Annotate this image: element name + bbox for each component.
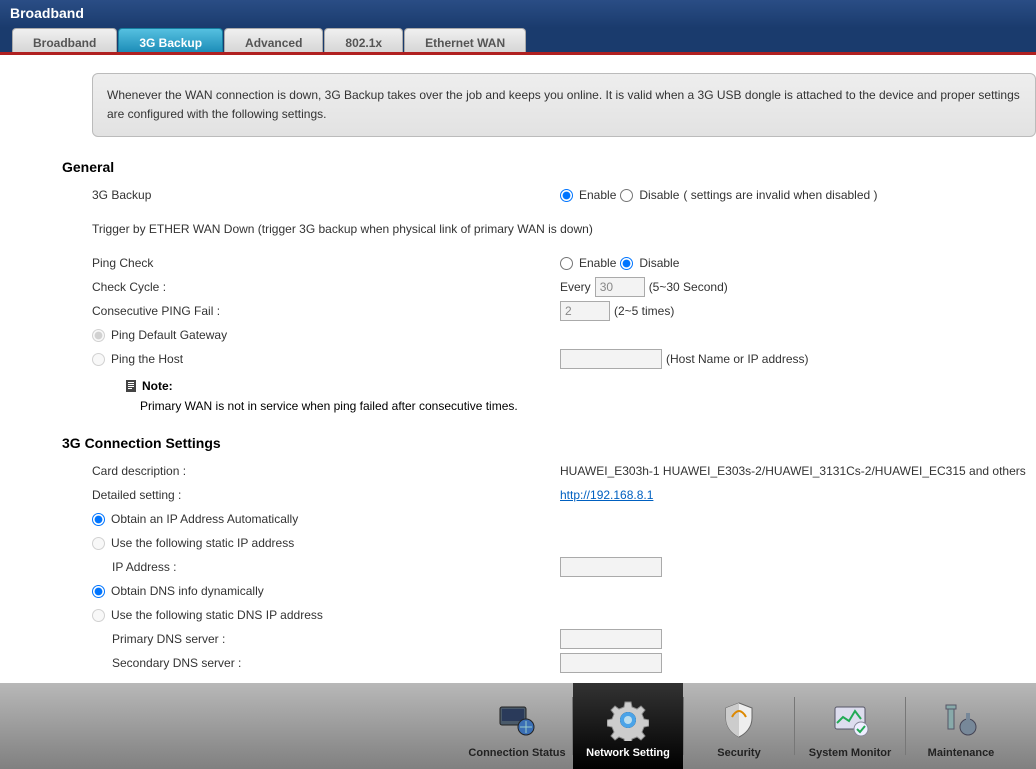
nav-network-setting[interactable]: Network Setting (573, 683, 683, 769)
radio-obtain-dns-auto[interactable] (92, 585, 105, 598)
link-detailed-setting[interactable]: http://192.168.8.1 (560, 488, 653, 502)
nav-system-monitor[interactable]: System Monitor (795, 683, 905, 769)
bottom-nav: Connection Status Network Setting Securi… (0, 683, 1036, 769)
label-ping-host: Ping the Host (111, 352, 183, 366)
label-ip-address: IP Address : (92, 560, 560, 574)
ping-host-hint: (Host Name or IP address) (666, 352, 809, 366)
page-title: Broadband (10, 5, 84, 21)
value-card-description: HUAWEI_E303h-1 HUAWEI_E303s-2/HUAWEI_313… (560, 464, 1026, 478)
radio-pingcheck-enable[interactable] (560, 257, 573, 270)
label-3g-backup: 3G Backup (92, 188, 560, 202)
radio-pingcheck-disable[interactable] (620, 257, 633, 270)
radio-obtain-ip-auto[interactable] (92, 513, 105, 526)
label-secondary-dns: Secondary DNS server : (92, 656, 560, 670)
tab-label: Advanced (245, 36, 302, 50)
nav-connection-status[interactable]: Connection Status (462, 683, 572, 769)
intro-box: Whenever the WAN connection is down, 3G … (92, 73, 1036, 137)
gear-icon (607, 699, 649, 741)
label-detailed-setting: Detailed setting : (92, 488, 560, 502)
input-secondary-dns[interactable] (560, 653, 662, 673)
input-consecutive-fail[interactable] (560, 301, 610, 321)
tab-ethernet-wan[interactable]: Ethernet WAN (404, 28, 526, 52)
note-block: Note: Primary WAN is not in service when… (124, 379, 1036, 413)
tab-8021x[interactable]: 802.1x (324, 28, 403, 52)
input-ip-address[interactable] (560, 557, 662, 577)
radio-ping-host[interactable] (92, 353, 105, 366)
tab-label: Ethernet WAN (425, 36, 505, 50)
label-ping-check: Ping Check (92, 256, 560, 270)
nav-maintenance[interactable]: Maintenance (906, 683, 1016, 769)
trigger-text: Trigger by ETHER WAN Down (trigger 3G ba… (92, 222, 593, 236)
intro-text: Whenever the WAN connection is down, 3G … (107, 88, 1020, 121)
tab-label: Broadband (33, 36, 96, 50)
label-card-description: Card description : (92, 464, 560, 478)
label-use-static-dns: Use the following static DNS IP address (111, 608, 323, 622)
note-icon (124, 379, 138, 393)
tools-icon (940, 699, 982, 741)
input-primary-dns[interactable] (560, 629, 662, 649)
monitor-globe-icon (496, 699, 538, 741)
header-bar: Broadband (0, 0, 1036, 28)
nav-security[interactable]: Security (684, 683, 794, 769)
nav-label: Maintenance (928, 747, 995, 759)
label-obtain-ip-auto: Obtain an IP Address Automatically (111, 512, 298, 526)
radio-use-static-dns[interactable] (92, 609, 105, 622)
backup-hint: ( settings are invalid when disabled ) (683, 188, 877, 202)
option-disable: Disable (639, 256, 679, 270)
label-obtain-dns-auto: Obtain DNS info dynamically (111, 584, 264, 598)
nav-label: Connection Status (468, 747, 565, 759)
option-enable: Enable (579, 188, 616, 202)
tab-label: 3G Backup (139, 36, 202, 50)
radio-use-static-ip[interactable] (92, 537, 105, 550)
section-general-title: General (62, 159, 1036, 175)
consecutive-fail-hint: (2~5 times) (614, 304, 674, 318)
note-body-text: Primary WAN is not in service when ping … (140, 399, 1036, 413)
tab-3g-backup[interactable]: 3G Backup (118, 28, 223, 52)
nav-label: Network Setting (586, 747, 670, 759)
label-primary-dns: Primary DNS server : (92, 632, 560, 646)
label-use-static-ip: Use the following static IP address (111, 536, 294, 550)
radio-ping-default-gateway[interactable] (92, 329, 105, 342)
check-cycle-prefix: Every (560, 280, 591, 294)
nav-label: System Monitor (809, 747, 892, 759)
label-ping-default-gateway: Ping Default Gateway (111, 328, 227, 342)
label-consecutive-fail: Consecutive PING Fail : (92, 304, 560, 318)
tab-broadband[interactable]: Broadband (12, 28, 117, 52)
input-ping-host[interactable] (560, 349, 662, 369)
section-connection-title: 3G Connection Settings (62, 435, 1036, 451)
nav-label: Security (717, 747, 760, 759)
chart-icon (829, 699, 871, 741)
check-cycle-hint: (5~30 Second) (649, 280, 728, 294)
note-title-text: Note: (142, 379, 173, 393)
label-check-cycle: Check Cycle : (92, 280, 560, 294)
tab-label: 802.1x (345, 36, 382, 50)
input-check-cycle[interactable] (595, 277, 645, 297)
radio-backup-enable[interactable] (560, 189, 573, 202)
content-area: Whenever the WAN connection is down, 3G … (0, 55, 1036, 683)
tabs-row: Broadband 3G Backup Advanced 802.1x Ethe… (0, 28, 1036, 55)
option-disable: Disable (639, 188, 679, 202)
option-enable: Enable (579, 256, 616, 270)
tab-advanced[interactable]: Advanced (224, 28, 323, 52)
radio-backup-disable[interactable] (620, 189, 633, 202)
shield-icon (718, 699, 760, 741)
